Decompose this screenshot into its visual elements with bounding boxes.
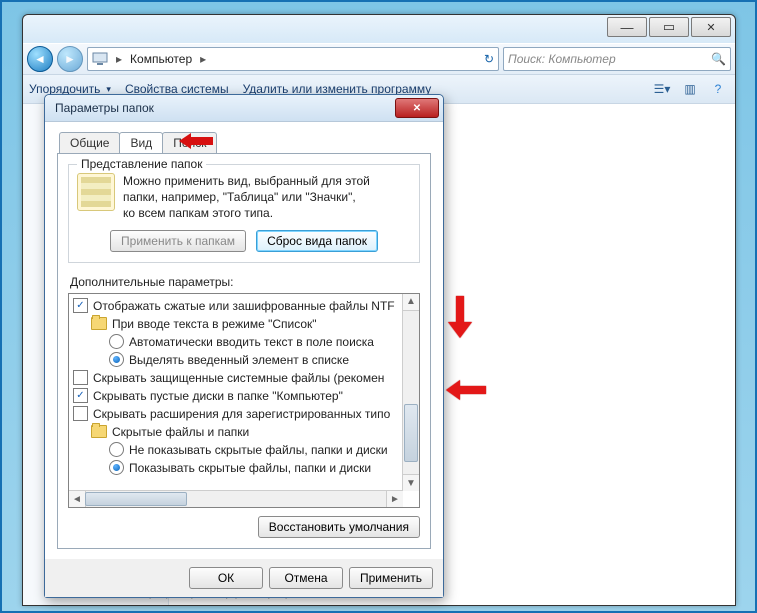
apply-button[interactable]: Применить (349, 567, 433, 589)
maximize-button[interactable]: ▭ (649, 17, 689, 37)
checkbox-icon[interactable]: ✓ (73, 388, 88, 403)
tab-search[interactable]: Поиск (162, 132, 217, 153)
restore-defaults-button[interactable]: Восстановить умолчания (258, 516, 420, 538)
folder-views-group: Представление папок Можно применить вид,… (68, 164, 420, 263)
folder-icon (91, 425, 107, 438)
folder-views-icon (77, 173, 115, 211)
breadcrumb-arrow: ▸ (112, 52, 126, 66)
advanced-settings-tree[interactable]: ✓ Отображать сжатые или зашифрованные фай… (68, 293, 420, 508)
opt-show-hidden[interactable]: Показывать скрытые файлы, папки и диски (129, 461, 371, 475)
view-menu-icon[interactable]: ☰▾ (651, 78, 673, 100)
minimize-button[interactable]: — (607, 17, 647, 37)
scroll-thumb[interactable] (85, 492, 187, 506)
refresh-icon[interactable]: ↻ (484, 52, 494, 66)
computer-icon (92, 52, 108, 66)
opt-hide-extensions[interactable]: Скрывать расширения для зарегистрированн… (93, 407, 390, 421)
opt-select-typed-item[interactable]: Выделять введенный элемент в списке (129, 353, 349, 367)
scroll-down-icon[interactable]: ▼ (403, 474, 419, 491)
dialog-button-row: ОК Отмена Применить (45, 559, 443, 597)
group-title: Представление папок (77, 157, 206, 171)
opt-list-typing-group: При вводе текста в режиме "Список" (112, 317, 317, 331)
help-icon[interactable]: ? (707, 78, 729, 100)
scroll-left-icon[interactable]: ◄ (69, 491, 86, 507)
preview-pane-icon[interactable]: ▥ (679, 78, 701, 100)
folder-views-description: Можно применить вид, выбранный для этой … (123, 173, 370, 222)
advanced-settings-label: Дополнительные параметры: (70, 275, 420, 289)
annotation-arrow-down (446, 296, 476, 340)
dialog-titlebar[interactable]: Параметры папок ✕ (45, 95, 443, 122)
tab-view[interactable]: Вид (119, 132, 163, 153)
tab-general[interactable]: Общие (59, 132, 120, 153)
vertical-scrollbar[interactable]: ▲ ▼ (402, 294, 419, 491)
folder-options-dialog: Параметры папок ✕ Общие Вид Поиск Предст… (44, 94, 444, 598)
search-placeholder: Поиск: Компьютер (508, 52, 616, 66)
annotation-arrow-left (446, 378, 486, 402)
radio-icon[interactable] (109, 334, 124, 349)
address-bar[interactable]: ▸ Компьютер ▸ ↻ (87, 47, 499, 71)
radio-icon[interactable] (109, 460, 124, 475)
opt-hide-protected[interactable]: Скрывать защищенные системные файлы (рек… (93, 371, 384, 385)
search-icon: 🔍 (711, 52, 726, 66)
radio-icon[interactable] (109, 352, 124, 367)
reset-folders-button[interactable]: Сброс вида папок (256, 230, 378, 252)
opt-auto-type-search[interactable]: Автоматически вводить текст в поле поиск… (129, 335, 374, 349)
ok-button[interactable]: ОК (189, 567, 263, 589)
checkbox-icon[interactable] (73, 370, 88, 385)
breadcrumb-arrow[interactable]: ▸ (196, 52, 210, 66)
tab-panel-view: Представление папок Можно применить вид,… (57, 153, 431, 549)
window-titlebar: — ▭ ✕ (23, 15, 735, 43)
opt-hidden-files-group: Скрытые файлы и папки (112, 425, 249, 439)
radio-icon[interactable] (109, 442, 124, 457)
scroll-right-icon[interactable]: ► (386, 491, 403, 507)
close-button[interactable]: ✕ (691, 17, 731, 37)
nav-back-button[interactable]: ◄ (27, 46, 53, 72)
tab-strip: Общие Вид Поиск (59, 132, 431, 153)
opt-dont-show-hidden[interactable]: Не показывать скрытые файлы, папки и дис… (129, 443, 388, 457)
horizontal-scrollbar[interactable]: ◄ ► (69, 490, 403, 507)
checkbox-icon[interactable] (73, 406, 88, 421)
search-input[interactable]: Поиск: Компьютер 🔍 (503, 47, 731, 71)
cancel-button[interactable]: Отмена (269, 567, 343, 589)
checkbox-icon[interactable]: ✓ (73, 298, 88, 313)
dialog-title-text: Параметры папок (55, 101, 154, 115)
scroll-thumb[interactable] (404, 404, 418, 462)
scroll-up-icon[interactable]: ▲ (403, 294, 419, 311)
nav-forward-button[interactable]: ► (57, 46, 83, 72)
folder-icon (91, 317, 107, 330)
opt-show-compressed[interactable]: Отображать сжатые или зашифрованные файл… (93, 299, 395, 313)
breadcrumb-computer[interactable]: Компьютер (130, 52, 192, 66)
apply-to-folders-button[interactable]: Применить к папкам (110, 230, 246, 252)
nav-bar: ◄ ► ▸ Компьютер ▸ ↻ Поиск: Компьютер 🔍 (23, 43, 735, 75)
opt-hide-empty-drives[interactable]: Скрывать пустые диски в папке "Компьютер… (93, 389, 343, 403)
dialog-close-button[interactable]: ✕ (395, 98, 439, 118)
